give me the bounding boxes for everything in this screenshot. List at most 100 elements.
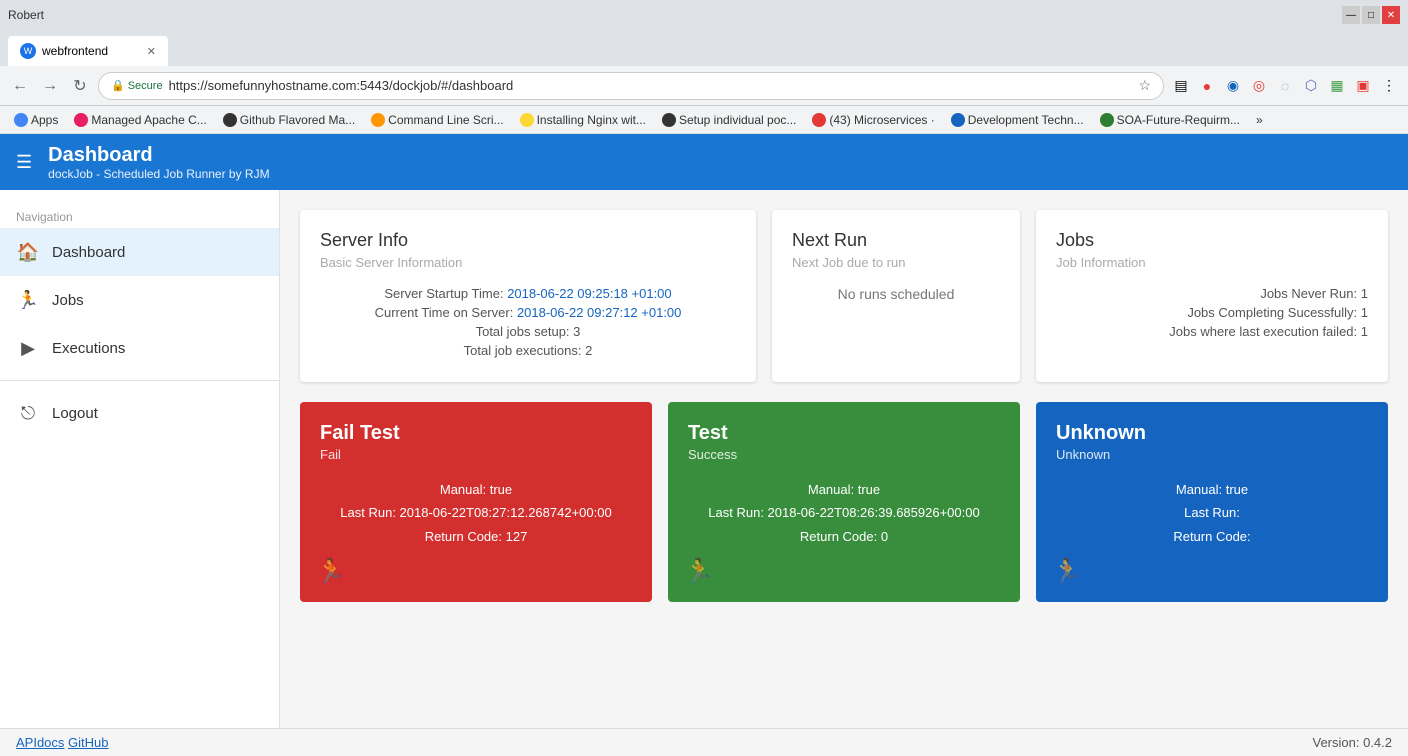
fail-test-info: Manual: true Last Run: 2018-06-22T08:27:… [320,478,632,548]
bookmark-microservices-label: (43) Microservices · [829,113,934,127]
close-button[interactable]: ✕ [1382,6,1400,24]
server-info-title: Server Info [320,230,736,251]
home-icon: 🏠 [16,240,40,264]
fail-test-title: Fail Test [320,422,632,445]
next-run-title: Next Run [792,230,1000,251]
jobs-failed-value: 1 [1361,324,1368,339]
tab-close-button[interactable]: ✕ [147,45,156,58]
bookmark-more-label: » [1256,113,1263,127]
fail-test-return-code: Return Code: 127 [320,525,632,548]
unknown-manual: Manual: true [1056,478,1368,501]
sidebar-item-logout-label: Logout [52,405,98,422]
test-info: Manual: true Last Run: 2018-06-22T08:26:… [688,478,1000,548]
startup-time-label: Server Startup Time: [384,286,503,301]
total-executions-value: 2 [585,343,592,358]
secure-label: Secure [128,80,163,92]
sidebar-item-executions[interactable]: ▶ Executions [0,324,279,372]
nav-section-label: Navigation [0,202,279,228]
logout-icon: ⎋ [16,401,40,425]
bookmark-apps[interactable]: Apps [8,111,64,129]
sidebar-item-logout[interactable]: ⎋ Logout [0,389,279,437]
address-box[interactable]: 🔒 Secure https://somefunnyhostname.com:5… [98,72,1164,100]
user-label: Robert [8,8,44,22]
sidebar-item-dashboard[interactable]: 🏠 Dashboard [0,228,279,276]
extension-icon-7[interactable]: ▣ [1352,75,1374,97]
sidebar: Navigation 🏠 Dashboard 🏃 Jobs ▶ Executio… [0,190,280,728]
bookmark-nginx-label: Installing Nginx wit... [537,113,646,127]
cast-icon[interactable]: ▤ [1170,75,1192,97]
test-last-run: Last Run: 2018-06-22T08:26:39.685926+00:… [688,501,1000,524]
bookmark-dev-tech-label: Development Techn... [968,113,1084,127]
bookmark-microservices[interactable]: (43) Microservices · [806,111,940,129]
server-info-subtitle: Basic Server Information [320,255,736,270]
jobs-completing-value: 1 [1361,305,1368,320]
tab-bar: W webfrontend ✕ [0,30,1408,66]
fail-test-last-run: Last Run: 2018-06-22T08:27:12.268742+00:… [320,501,632,524]
extension-icon-6[interactable]: ▦ [1326,75,1348,97]
setup-icon [662,113,676,127]
total-executions-label: Total job executions: [464,343,582,358]
extension-icon-1[interactable]: ● [1196,75,1218,97]
star-icon[interactable]: ☆ [1138,77,1151,94]
job-tile-fail-test[interactable]: Fail Test Fail Manual: true Last Run: 20… [300,402,652,602]
bookmark-github-label: Github Flavored Ma... [240,113,355,127]
bookmark-setup-individual[interactable]: Setup individual poc... [656,111,802,129]
bookmark-dev-tech[interactable]: Development Techn... [945,111,1090,129]
jobs-never-run-value: 1 [1361,286,1368,301]
main-content: Server Info Basic Server Information Ser… [280,190,1408,728]
fail-test-run-icon: 🏃 [316,557,346,586]
bookmark-managed-apache[interactable]: Managed Apache C... [68,111,212,129]
bookmark-command-line[interactable]: Command Line Scri... [365,111,509,129]
startup-time-value: 2018-06-22 09:25:18 +01:00 [507,286,671,301]
job-tile-test[interactable]: Test Success Manual: true Last Run: 2018… [668,402,1020,602]
footer-links: APIdocs GitHub [16,735,109,750]
test-run-icon: 🏃 [684,557,714,586]
command-icon [371,113,385,127]
sidebar-item-executions-label: Executions [52,340,125,357]
extension-icon-4[interactable]: ◌ [1274,75,1296,97]
lock-icon: 🔒 [111,79,125,92]
bookmark-soa[interactable]: SOA-Future-Requirm... [1094,111,1246,129]
secure-badge: 🔒 Secure [111,79,163,92]
apps-icon [14,113,28,127]
minimize-button[interactable]: — [1342,6,1360,24]
nav-divider [0,380,279,381]
fail-test-manual: Manual: true [320,478,632,501]
jobs-completing-label: Jobs Completing Sucessfully: [1187,305,1357,320]
test-return-code: Return Code: 0 [688,525,1000,548]
forward-button[interactable]: → [38,74,62,98]
play-icon: ▶ [16,336,40,360]
version-label: Version: 0.4.2 [1313,735,1393,750]
sidebar-item-jobs[interactable]: 🏃 Jobs [0,276,279,324]
reload-button[interactable]: ↻ [68,74,92,98]
extension-icon-5[interactable]: ⬡ [1300,75,1322,97]
app-header: ☰ Dashboard dockJob - Scheduled Job Runn… [0,134,1408,190]
app-subtitle: dockJob - Scheduled Job Runner by RJM [48,167,269,181]
app-body: Navigation 🏠 Dashboard 🏃 Jobs ▶ Executio… [0,190,1408,728]
bookmark-github-flavored[interactable]: Github Flavored Ma... [217,111,361,129]
jobs-card-subtitle: Job Information [1056,255,1368,270]
test-status: Success [688,447,1000,462]
more-options-button[interactable]: ⋮ [1378,75,1400,97]
test-title: Test [688,422,1000,445]
github-link[interactable]: GitHub [68,735,108,750]
page-title: Dashboard [48,144,269,167]
jobs-card-title: Jobs [1056,230,1368,251]
back-button[interactable]: ← [8,74,32,98]
app-footer: APIdocs GitHub Version: 0.4.2 [0,728,1408,756]
bookmark-more[interactable]: » [1250,111,1269,129]
extension-icon-3[interactable]: ◎ [1248,75,1270,97]
managed-apache-icon [74,113,88,127]
hamburger-menu-icon[interactable]: ☰ [16,152,32,173]
next-run-subtitle: Next Job due to run [792,255,1000,270]
maximize-button[interactable]: □ [1362,6,1380,24]
api-docs-link[interactable]: APIdocs [16,735,64,750]
toolbar-icons: ▤ ● ◉ ◎ ◌ ⬡ ▦ ▣ ⋮ [1170,75,1400,97]
soa-icon [1100,113,1114,127]
fail-test-status: Fail [320,447,632,462]
bookmark-installing-nginx[interactable]: Installing Nginx wit... [514,111,652,129]
extension-icon-2[interactable]: ◉ [1222,75,1244,97]
bookmark-setup-label: Setup individual poc... [679,113,796,127]
active-tab[interactable]: W webfrontend ✕ [8,36,168,66]
job-tile-unknown[interactable]: Unknown Unknown Manual: true Last Run: R… [1036,402,1388,602]
